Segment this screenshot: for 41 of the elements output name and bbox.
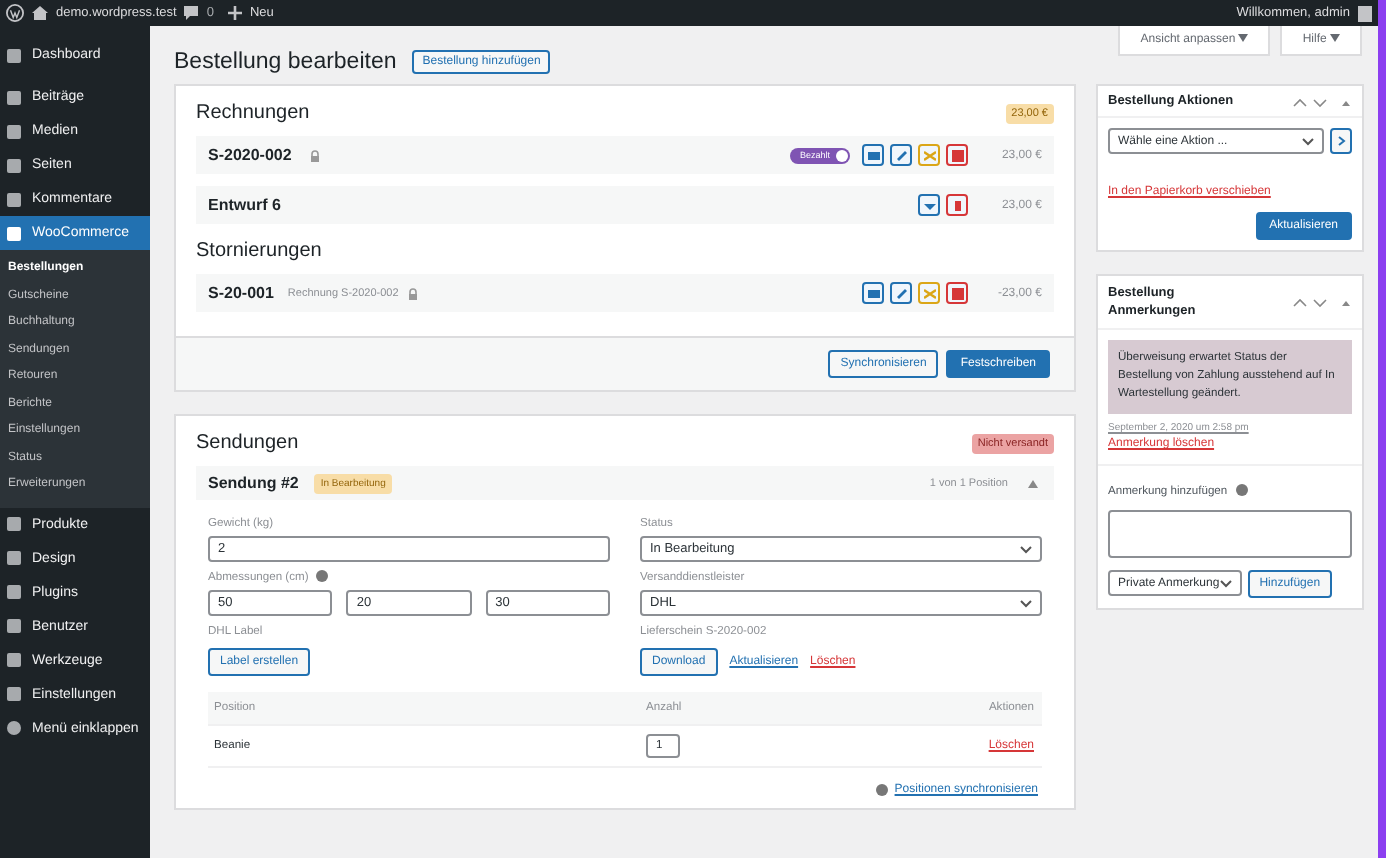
apply-button[interactable] xyxy=(1330,128,1352,154)
invoice-number[interactable]: Entwurf 6 xyxy=(208,196,281,214)
shuffle-icon xyxy=(923,149,935,161)
chevron-down-icon xyxy=(1020,545,1032,553)
caret-down-icon xyxy=(1330,34,1340,42)
move-arrows-icon[interactable] xyxy=(1292,296,1352,309)
link-button[interactable] xyxy=(890,144,912,166)
caret-down-icon xyxy=(1238,34,1249,42)
shuffle-icon xyxy=(923,287,935,299)
link-button[interactable] xyxy=(890,282,912,304)
chevron-down-icon xyxy=(1302,137,1314,145)
avatar-icon[interactable] xyxy=(1358,5,1372,21)
wordpress-logo-icon[interactable] xyxy=(6,4,24,22)
envelope-icon xyxy=(867,149,879,161)
section-heading: Stornierungen xyxy=(196,240,324,262)
note-textarea[interactable] xyxy=(1108,509,1352,558)
section-heading: Rechnungen xyxy=(196,102,310,124)
move-arrows-icon[interactable] xyxy=(1292,95,1352,107)
email-button[interactable] xyxy=(862,282,884,304)
download-icon xyxy=(923,199,935,211)
home-icon[interactable] xyxy=(32,6,48,20)
help-icon[interactable] xyxy=(1235,483,1248,496)
pdf-button[interactable] xyxy=(946,144,968,166)
plus-icon[interactable] xyxy=(227,6,242,20)
page-title: Bestellung bearbeiten xyxy=(174,50,397,74)
email-button[interactable] xyxy=(862,144,884,166)
shipment-title: Sendung #2 xyxy=(208,474,299,492)
help-icon[interactable] xyxy=(316,570,329,582)
collapse-caret-icon[interactable] xyxy=(1028,479,1038,487)
envelope-icon xyxy=(867,287,879,299)
trash-icon xyxy=(951,199,963,211)
cancellation-number[interactable]: S-20-001 xyxy=(208,284,274,302)
chevron-right-icon xyxy=(1337,136,1345,146)
invoice-number[interactable]: S-2020-002 xyxy=(208,146,292,164)
chevron-down-icon xyxy=(1219,579,1232,588)
chevron-down-icon xyxy=(1020,599,1032,607)
delete-button[interactable] xyxy=(946,194,968,216)
download-button[interactable] xyxy=(918,194,940,216)
help-icon xyxy=(876,784,889,796)
section-heading: Sendungen xyxy=(196,432,299,454)
pdf-button[interactable] xyxy=(946,282,968,304)
